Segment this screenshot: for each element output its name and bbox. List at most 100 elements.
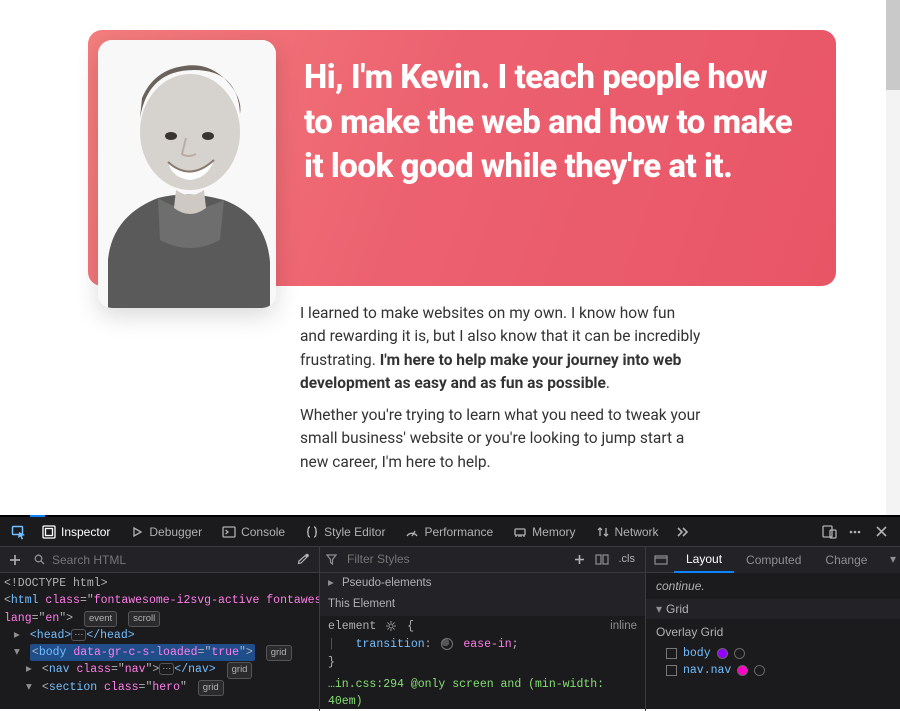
grid-label: Grid [666, 602, 689, 616]
tree-doctype[interactable]: <!DOCTYPE html> [4, 575, 315, 592]
expand-toggle[interactable] [26, 679, 35, 696]
expand-toggle[interactable] [14, 644, 23, 661]
search-icon [34, 554, 46, 566]
expand-toggle[interactable] [26, 661, 35, 678]
html-toolbar [0, 547, 319, 573]
checkbox[interactable] [666, 665, 677, 676]
rules-panel: .cls ▸ Pseudo-elements This Element inli… [320, 547, 646, 711]
gear-icon[interactable] [386, 621, 397, 632]
cls-toggle[interactable]: .cls [615, 553, 640, 565]
rules-list[interactable]: ▸ Pseudo-elements This Element inline el… [320, 573, 645, 711]
scrollbar-thumb[interactable] [886, 0, 900, 90]
console-icon [222, 525, 236, 539]
responsive-mode-button[interactable] [816, 517, 842, 547]
page-scrollbar[interactable] [886, 0, 900, 515]
chevrons-right-icon [675, 525, 689, 539]
layout-continue-text: continue. [656, 579, 890, 593]
tree-html-open[interactable]: <html class="fontawesome-i2svg-active fo… [4, 592, 315, 609]
rule-media-query[interactable]: …in.css:294 @only screen and (min-width:… [320, 674, 645, 711]
ellipsis-icon[interactable]: ⋯ [159, 663, 174, 675]
expand-toggle[interactable]: ▸ [328, 575, 338, 593]
grid-section-header[interactable]: ▾ Grid [646, 599, 900, 619]
tab-network-label: Network [615, 525, 659, 539]
style-editor-icon [305, 525, 319, 539]
tab-console[interactable]: Console [212, 517, 295, 547]
color-swatch[interactable] [717, 648, 728, 659]
layout-body: continue. ▾ Grid Overlay Grid body n [646, 573, 900, 685]
tab-performance[interactable]: Performance [395, 517, 503, 547]
active-tool-accent [30, 515, 45, 517]
network-icon [596, 525, 610, 539]
expand-toggle[interactable] [14, 627, 23, 644]
tree-section[interactable]: <section class="hero" grid [4, 679, 315, 696]
badge-grid[interactable]: grid [227, 662, 253, 678]
overlay-item-nav[interactable]: nav.nav [656, 662, 890, 679]
diagram-icon[interactable] [654, 553, 668, 567]
tab-network[interactable]: Network [586, 517, 669, 547]
rule-source: inline [610, 618, 637, 636]
overlay-item-label: body [683, 647, 711, 660]
timing-function-button[interactable] [438, 638, 456, 651]
overlay-item-body[interactable]: body [656, 645, 890, 662]
tab-inspector[interactable]: Inspector [32, 517, 120, 547]
this-element-section: This Element [320, 594, 645, 616]
target-icon[interactable] [734, 648, 745, 659]
dom-tree[interactable]: <!DOCTYPE html> <html class="fontawesome… [0, 573, 319, 698]
tab-memory-label: Memory [532, 525, 575, 539]
close-icon [875, 525, 888, 538]
performance-icon [405, 525, 419, 539]
badge-grid[interactable]: grid [266, 645, 292, 661]
filter-icon [326, 554, 337, 565]
tab-console-label: Console [241, 525, 285, 539]
hero-title: Hi, I'm Kevin. I teach people how to mak… [304, 56, 802, 190]
target-icon[interactable] [754, 665, 765, 676]
add-node-button[interactable] [6, 551, 24, 569]
tab-layout[interactable]: Layout [674, 547, 734, 573]
debugger-icon [130, 525, 144, 539]
tab-changes[interactable]: Change [813, 547, 879, 573]
intro-paragraph-2: Whether you're trying to learn what you … [300, 404, 704, 474]
search-html-input[interactable] [52, 553, 285, 567]
ellipsis-icon[interactable]: ⋯ [71, 629, 86, 641]
devtools-panel: Inspector Debugger Console Style Editor … [0, 515, 900, 709]
devtools-close-button[interactable] [868, 517, 894, 547]
filter-styles-input[interactable] [347, 552, 561, 566]
checkbox[interactable] [666, 648, 677, 659]
toggle-pseudo-button[interactable] [595, 554, 609, 565]
memory-icon [513, 525, 527, 539]
tree-nav[interactable]: <nav class="nav">⋯</nav> grid [4, 661, 315, 678]
tree-body[interactable]: <body data-gr-c-s-loaded="true"> grid [4, 644, 315, 661]
this-element-label: This Element [328, 596, 395, 614]
add-rule-button[interactable] [571, 550, 589, 568]
inspector-icon [42, 525, 56, 539]
tab-computed[interactable]: Computed [734, 547, 813, 573]
tab-style-editor-label: Style Editor [324, 525, 385, 539]
badge-event[interactable]: event [84, 611, 117, 627]
tree-html-lang[interactable]: lang="en"> event scroll [4, 610, 315, 627]
tab-debugger[interactable]: Debugger [120, 517, 212, 547]
badge-scroll[interactable]: scroll [128, 611, 160, 627]
tree-head[interactable]: <head>⋯</head> [4, 627, 315, 644]
element-picker-icon [11, 524, 27, 540]
tab-debugger-label: Debugger [149, 525, 202, 539]
eyedropper-button[interactable] [295, 553, 313, 567]
rule-inline[interactable]: inline element { | transition: ease-in; … [320, 616, 645, 673]
element-picker-button[interactable] [6, 517, 32, 547]
webpage-viewport: Hi, I'm Kevin. I teach people how to mak… [0, 0, 900, 515]
tab-style-editor[interactable]: Style Editor [295, 517, 395, 547]
intro-text-c: . [606, 374, 610, 392]
plus-icon [574, 554, 585, 565]
pseudo-section[interactable]: ▸ Pseudo-elements [320, 573, 645, 595]
tab-performance-label: Performance [424, 525, 493, 539]
tab-memory[interactable]: Memory [503, 517, 585, 547]
badge-grid[interactable]: grid [198, 680, 224, 696]
devtools-menu-button[interactable] [842, 517, 868, 547]
filter-styles-field[interactable] [343, 549, 565, 569]
overlay-grid-label: Overlay Grid [656, 619, 890, 639]
search-html-field[interactable] [30, 550, 289, 570]
devtools-tabstrip: Inspector Debugger Console Style Editor … [0, 517, 900, 547]
eyedropper-icon [295, 553, 309, 567]
tabs-overflow-button[interactable] [669, 517, 695, 547]
chevron-down-icon[interactable]: ▾ [890, 552, 896, 566]
color-swatch[interactable] [737, 665, 748, 676]
